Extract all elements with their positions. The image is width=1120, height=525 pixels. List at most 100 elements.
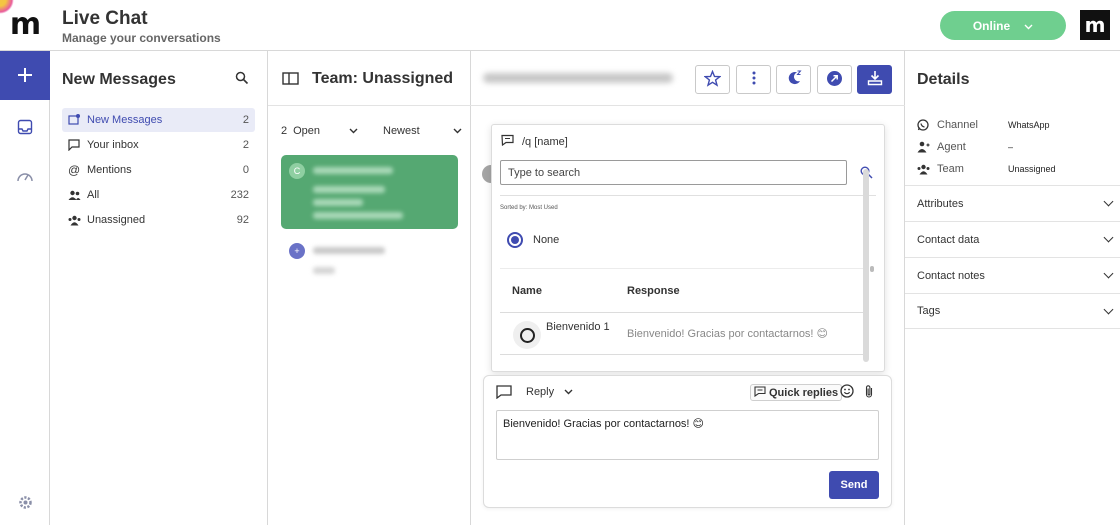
radio-dot xyxy=(511,236,519,244)
logo-letter: m xyxy=(9,7,41,42)
section-contact-data[interactable]: Contact data xyxy=(905,221,1120,257)
avatar[interactable]: + xyxy=(289,243,305,259)
message-composer: Reply Quick replies Bienvenido! Gracias … xyxy=(483,375,892,508)
forward-button[interactable] xyxy=(817,65,852,94)
download-icon xyxy=(867,70,883,89)
redacted-contact-email xyxy=(483,73,673,83)
detail-label: Agent xyxy=(937,141,966,153)
inbox-item-label: Your inbox xyxy=(87,139,139,151)
agent-icon xyxy=(917,141,931,153)
table-scrollbar[interactable] xyxy=(870,266,874,272)
detail-team: Team Unassigned xyxy=(917,160,1117,178)
inbox-item-count: 0 xyxy=(242,164,249,176)
divider xyxy=(500,312,866,313)
inbox-icon[interactable] xyxy=(15,117,35,137)
inbox-item-label: All xyxy=(87,189,100,201)
whatsapp-icon xyxy=(917,119,931,131)
send-button[interactable]: Send xyxy=(829,471,879,499)
section-label: Contact notes xyxy=(917,269,985,282)
section-label: Tags xyxy=(917,305,941,317)
column-header-response: Response xyxy=(627,285,680,297)
app-title: Live Chat xyxy=(62,8,148,29)
redacted-preview xyxy=(313,199,363,206)
section-attributes[interactable]: Attributes xyxy=(905,185,1120,221)
inbox-item-count: 92 xyxy=(236,214,249,226)
radio-circle xyxy=(519,327,535,343)
inbox-item-label: Unassigned xyxy=(87,214,146,226)
star-icon xyxy=(703,69,722,90)
detail-agent: Agent – xyxy=(917,138,1117,156)
detail-channel: Channel WhatsApp xyxy=(917,116,1117,134)
layout-icon[interactable] xyxy=(282,72,300,86)
chevron-down-icon xyxy=(1103,268,1114,279)
brand-logo[interactable]: m xyxy=(1080,10,1110,40)
conversation-list-panel: Team: Unassigned 2 Open Newest C + xyxy=(268,51,471,525)
inbox-item-mentions[interactable]: @ Mentions 0 xyxy=(62,158,255,182)
conversation-list-title: Team: Unassigned xyxy=(312,70,454,87)
download-button[interactable] xyxy=(857,65,892,94)
star-button[interactable] xyxy=(695,65,730,94)
section-label: Attributes xyxy=(917,197,964,210)
search-icon[interactable] xyxy=(235,71,251,87)
chevron-down-icon xyxy=(1103,196,1114,207)
conversation-list-header: Team: Unassigned xyxy=(268,51,471,106)
quick-replies-button[interactable]: Quick replies xyxy=(750,384,843,401)
quick-reply-name: Bienvenido 1 xyxy=(546,321,610,333)
inbox-item-your-inbox[interactable]: Your inbox 2 xyxy=(62,133,255,157)
chevron-down-icon xyxy=(1103,232,1114,243)
section-label: Contact data xyxy=(917,233,980,246)
chat-header xyxy=(471,51,905,106)
quick-reply-search-input[interactable] xyxy=(500,160,847,185)
emoji-icon[interactable] xyxy=(840,384,856,400)
message-input[interactable]: Bienvenido! Gracias por contactarnos! 😊 xyxy=(496,410,879,460)
reply-mode-label: Reply xyxy=(526,386,555,398)
inbox-item-new-messages[interactable]: New Messages 2 xyxy=(62,108,255,132)
sort-dropdown[interactable]: Newest xyxy=(383,125,462,137)
status-filter-dropdown[interactable]: 2 Open xyxy=(281,125,358,137)
redacted-preview xyxy=(313,267,335,274)
inbox-item-all[interactable]: All 232 xyxy=(62,183,255,207)
section-contact-notes[interactable]: Contact notes xyxy=(905,257,1120,293)
chevron-down-icon xyxy=(1103,304,1114,314)
inbox-item-unassigned[interactable]: Unassigned 92 xyxy=(62,208,255,232)
quick-reply-response: Bienvenido! Gracias por contactarnos! 😊 xyxy=(627,328,829,340)
quick-reply-icon xyxy=(754,385,766,400)
new-message-icon xyxy=(62,114,82,126)
top-bar: m Live Chat Manage your conversations On… xyxy=(0,0,1120,51)
snooze-icon xyxy=(786,70,802,89)
popup-scrollbar[interactable] xyxy=(863,169,869,362)
column-header-name: Name xyxy=(512,285,542,297)
inbox-item-count: 2 xyxy=(242,139,249,151)
details-panel: Details Channel WhatsApp Agent – Team Un… xyxy=(905,51,1120,525)
nav-rail xyxy=(0,51,50,525)
at-icon: @ xyxy=(68,163,81,177)
redacted-contact xyxy=(313,167,393,174)
reply-mode-dropdown[interactable]: Reply xyxy=(526,386,573,398)
quick-reply-command: /q [name] xyxy=(501,134,568,149)
app-subtitle: Manage your conversations xyxy=(62,31,221,45)
dashboard-icon[interactable] xyxy=(15,166,35,186)
new-conversation-button[interactable] xyxy=(0,51,50,100)
divider xyxy=(500,268,866,269)
quick-reply-radio[interactable] xyxy=(513,321,541,349)
divider xyxy=(500,354,866,355)
command-text: /q [name] xyxy=(522,135,568,148)
app-logo[interactable]: m xyxy=(0,0,50,50)
inbox-item-count: 2 xyxy=(242,114,249,126)
status-label: Online xyxy=(972,18,1011,33)
conversation-card-selected[interactable]: C xyxy=(281,155,458,229)
avatar: C xyxy=(289,163,305,179)
details-title: Details xyxy=(917,71,970,88)
none-radio[interactable] xyxy=(507,232,523,248)
detail-value: Unassigned xyxy=(1008,164,1056,174)
gear-icon[interactable] xyxy=(15,492,35,512)
more-vertical-icon xyxy=(752,71,756,88)
more-options-button[interactable] xyxy=(736,65,771,94)
attachment-icon[interactable] xyxy=(864,384,878,400)
snooze-button[interactable] xyxy=(776,65,811,94)
inbox-item-count: 232 xyxy=(230,189,249,201)
inbox-panel: New Messages New Messages 2 Your inbox 2… xyxy=(50,51,268,525)
detail-label: Channel xyxy=(937,119,978,131)
section-tags[interactable]: Tags xyxy=(905,293,1120,329)
status-dropdown[interactable]: Online xyxy=(940,11,1066,40)
